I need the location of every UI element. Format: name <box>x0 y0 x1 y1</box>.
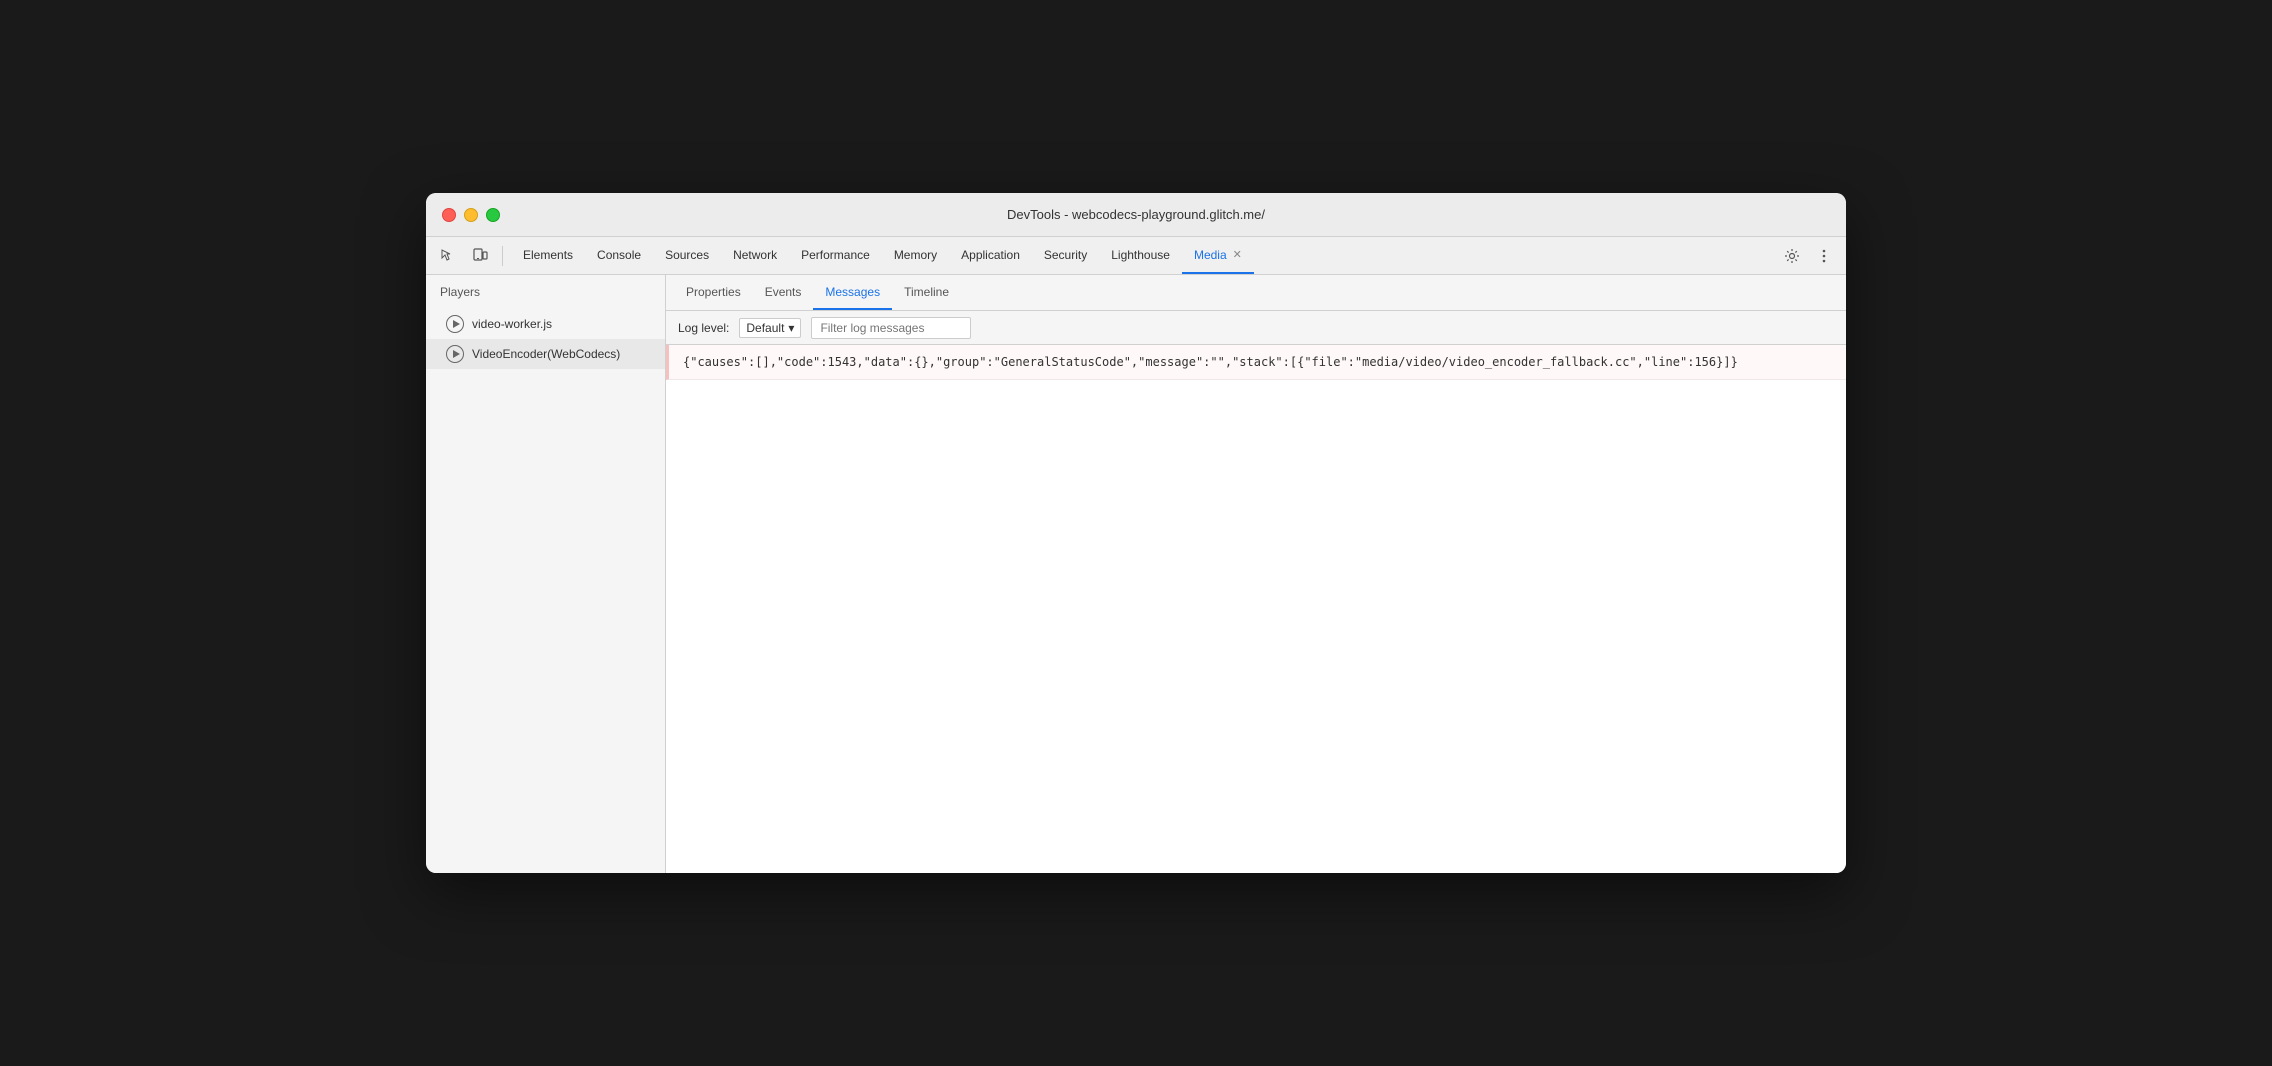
filter-log-input[interactable] <box>811 317 971 339</box>
toolbar-actions <box>1778 242 1838 270</box>
nav-tabs: Elements Console Sources Network Perform… <box>511 237 1774 274</box>
traffic-lights <box>442 208 500 222</box>
sidebar-item-label-video-worker: video-worker.js <box>472 317 552 331</box>
devtools-toolbar: Elements Console Sources Network Perform… <box>426 237 1846 275</box>
panel-tab-events[interactable]: Events <box>753 275 814 310</box>
tab-network[interactable]: Network <box>721 237 789 274</box>
tab-elements[interactable]: Elements <box>511 237 585 274</box>
cursor-icon <box>440 248 456 264</box>
maximize-button[interactable] <box>486 208 500 222</box>
more-icon <box>1816 248 1832 264</box>
log-level-value: Default <box>746 321 784 335</box>
dropdown-chevron-icon: ▾ <box>788 321 794 335</box>
panel-tab-messages[interactable]: Messages <box>813 275 892 310</box>
sidebar-item-label-video-encoder: VideoEncoder(WebCodecs) <box>472 347 620 361</box>
tab-security[interactable]: Security <box>1032 237 1099 274</box>
main-panel: Properties Events Messages Timeline Log … <box>666 275 1846 873</box>
sidebar-item-video-worker[interactable]: video-worker.js <box>426 309 665 339</box>
window-title: DevTools - webcodecs-playground.glitch.m… <box>1007 207 1265 222</box>
log-level-label: Log level: <box>678 321 729 335</box>
gear-icon <box>1784 248 1800 264</box>
tab-media[interactable]: Media ✕ <box>1182 237 1254 274</box>
panel-tab-properties[interactable]: Properties <box>674 275 753 310</box>
log-area: {"causes":[],"code":1543,"data":{},"grou… <box>666 345 1846 873</box>
toolbar-divider-1 <box>502 246 503 266</box>
sidebar-header: Players <box>426 275 665 309</box>
sidebar: Players video-worker.js VideoEncoder(Web… <box>426 275 666 873</box>
tab-application[interactable]: Application <box>949 237 1032 274</box>
panel-tabs: Properties Events Messages Timeline <box>666 275 1846 311</box>
tab-sources[interactable]: Sources <box>653 237 721 274</box>
log-controls: Log level: Default ▾ <box>666 311 1846 345</box>
panel-tab-timeline[interactable]: Timeline <box>892 275 961 310</box>
tab-memory[interactable]: Memory <box>882 237 949 274</box>
play-icon-video-encoder <box>446 345 464 363</box>
sidebar-item-video-encoder[interactable]: VideoEncoder(WebCodecs) <box>426 339 665 369</box>
minimize-button[interactable] <box>464 208 478 222</box>
tab-console[interactable]: Console <box>585 237 653 274</box>
log-level-select[interactable]: Default ▾ <box>739 318 801 338</box>
title-bar: DevTools - webcodecs-playground.glitch.m… <box>426 193 1846 237</box>
settings-button[interactable] <box>1778 242 1806 270</box>
inspect-element-button[interactable] <box>434 242 462 270</box>
more-button[interactable] <box>1810 242 1838 270</box>
log-entry-text: {"causes":[],"code":1543,"data":{},"grou… <box>683 355 1738 369</box>
play-icon-video-worker <box>446 315 464 333</box>
log-entry: {"causes":[],"code":1543,"data":{},"grou… <box>666 345 1846 380</box>
devtools-window: DevTools - webcodecs-playground.glitch.m… <box>426 193 1846 873</box>
tab-performance[interactable]: Performance <box>789 237 882 274</box>
close-tab-icon[interactable]: ✕ <box>1233 248 1242 261</box>
tab-lighthouse[interactable]: Lighthouse <box>1099 237 1182 274</box>
devtools-body: Players video-worker.js VideoEncoder(Web… <box>426 275 1846 873</box>
close-button[interactable] <box>442 208 456 222</box>
device-icon <box>472 248 488 264</box>
device-toolbar-button[interactable] <box>466 242 494 270</box>
